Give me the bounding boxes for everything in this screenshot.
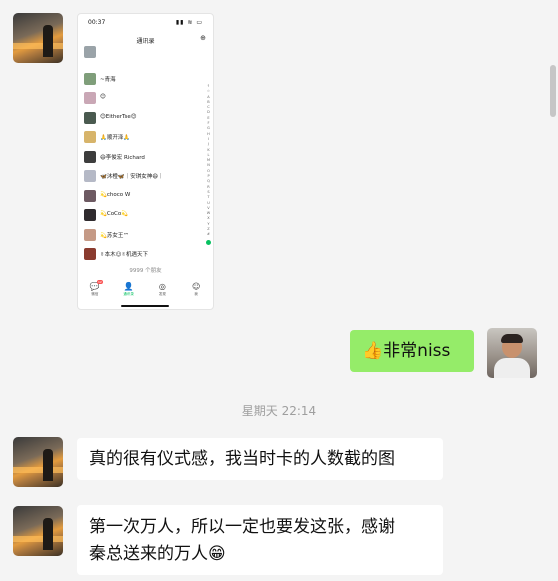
contacts-title: 通讯录 [136,38,155,45]
contact-row: 💫苏女王™ [83,226,198,246]
avatar-body [494,358,530,378]
contact-list: ~青海 😊 😊EitherTse😊 🙏顺开泽🙏 😄李俊宏 Richard 🦋沐橙… [83,46,198,265]
contacts-icon: 👤 [123,282,134,291]
tab-label: 发现 [158,292,166,296]
contact-row-avatar [84,170,96,182]
contact-row-avatar [84,92,96,104]
status-time: 00:37 [88,19,106,26]
contact-row-avatar [84,46,96,58]
tab-contacts: 👤 通讯录 [112,280,146,302]
contact-row-name: 😊EitherTse😊 [100,113,137,120]
outgoing-message-bubble[interactable]: 👍非常niss [350,330,474,372]
contact-row: 😄李俊宏 Richard [83,148,198,168]
message-timestamp: 星期天 22:14 [241,404,317,418]
alphabet-index-dot [206,240,211,245]
contact-avatar[interactable] [13,506,63,556]
contact-row-avatar [84,189,96,202]
add-friend-icon: ⊕ [200,34,206,42]
contact-row-avatar [84,209,96,221]
contact-row-avatar [84,150,96,163]
contact-row: 🦋沐橙🦋｜安琪女神😄｜ [83,167,198,187]
contact-row-name: 💫choco W [100,191,131,198]
avatar-hair [501,334,523,343]
contact-row: 💫choco W [83,187,198,207]
contact-row: 😊EitherTse😊 [83,109,198,129]
friend-count: 9999 个朋友 [129,268,162,274]
home-indicator [121,305,169,307]
contact-avatar[interactable] [13,437,63,487]
tab-label: 我 [194,292,198,296]
incoming-message-text-line: 第一次万人，所以一定也要发这张，感谢 [89,517,395,537]
contact-row [83,46,198,70]
contact-row-name: 💫CoCo💫 [100,211,129,217]
incoming-message-text-line: 秦总送来的万人😁 [89,544,226,564]
contact-row-avatar [84,72,96,85]
chat-icon: 💬 [89,282,100,291]
self-avatar[interactable] [487,328,537,378]
contact-avatar[interactable] [13,13,63,63]
tab-me: ☺ 我 [179,280,213,302]
contact-row-name: ~青海 [100,76,116,83]
chat-scrollbar[interactable] [550,65,556,117]
contact-row-avatar [84,228,96,241]
tab-discover: ◎ 发现 [146,280,180,302]
incoming-message-text: 真的很有仪式感，我当时卡的人数截的图 [89,449,395,469]
contact-row-name: 🙏顺开泽🙏 [100,135,131,141]
tab-bar: 💬 12 微信 👤 通讯录 ◎ 发现 ☺ 我 [78,280,213,302]
tab-label: 微信 [91,292,99,296]
contact-row-name: 💫苏女王™ [100,232,129,239]
person-icon: ☺ [191,282,201,291]
contact-row-name: 🦋沐橙🦋｜安琪女神😄｜ [100,174,164,180]
tab-chats: 💬 12 微信 [78,280,112,302]
contact-row-name: 😄李俊宏 Richard [100,154,145,161]
incoming-message-bubble[interactable]: 第一次万人，所以一定也要发这张，感谢 秦总送来的万人😁 [77,505,443,575]
outgoing-message-text: 👍非常niss [362,341,451,361]
contact-row-avatar [84,131,96,143]
contact-row-avatar [84,111,96,124]
screenshot-image-message[interactable]: 00:37 ▮▮ ≋ ▭ 通讯录 ⊕ ~青海 😊 😊EitherTse😊 🙏顺开… [77,13,214,310]
contact-row-avatar [84,248,96,260]
incoming-message-bubble[interactable]: 真的很有仪式感，我当时卡的人数截的图 [77,438,443,480]
contact-row: 💫CoCo💫 [83,206,198,226]
contact-row-name: ✌本木☺✌机遇天下 [100,252,148,258]
compass-icon: ◎ [158,282,166,291]
status-icons: ▮▮ ≋ ▭ [175,19,203,26]
tab-label: 通讯录 [123,292,134,296]
contact-row: ~青海 [83,70,198,90]
alphabet-index: ↑ ☆ A B C D E F G H I J K L M N O P Q R … [206,84,211,237]
contact-row-name: 😊 [100,94,106,100]
contact-row: 😊 [83,89,198,109]
unread-badge: 12 [97,280,103,284]
contact-row: ✌本木☺✌机遇天下 [83,245,198,265]
contact-row: 🙏顺开泽🙏 [83,128,198,148]
